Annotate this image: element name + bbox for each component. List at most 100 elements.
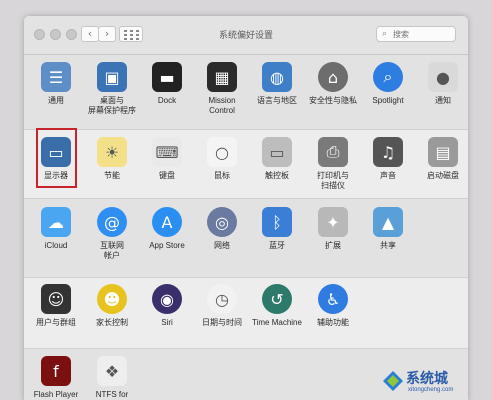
date-time-icon: ◷ [207,284,237,314]
search-icon: ⌕ [382,29,388,39]
pref-pane-mission[interactable]: ▦ Mission Control [192,62,252,116]
pref-pane-siri[interactable]: ◉ Siri [137,284,197,328]
pref-pane-label: Spotlight [372,96,404,105]
pref-pane-appstore[interactable]: A App Store [137,207,197,251]
ntfs-icon: ❖ [97,356,127,386]
keyboard-icon: ⌨ [152,137,182,167]
pref-pane-flash[interactable]: f Flash Player [26,356,86,400]
pref-pane-parental[interactable]: ☻ 家长控制 [82,284,142,328]
watermark-subtext: xitongcheng.com [408,387,454,393]
pref-pane-label: 打印机与 扫描仪 [317,171,349,190]
pref-pane-label: Time Machine [252,318,302,327]
pref-pane-language[interactable]: ◍ 语言与地区 [247,62,307,106]
pref-pane-label: 安全性与隐私 [309,96,357,105]
pref-pane-spotlight[interactable]: ⌕ Spotlight [358,62,418,106]
internet-accounts-icon: @ [97,207,127,237]
pref-pane-accessibility[interactable]: ♿ 辅助功能 [303,284,363,328]
pref-pane-startup[interactable]: ▤ 启动磁盘 [413,137,468,181]
sharing-icon: ▲ [373,207,403,237]
pref-pane-sharing[interactable]: ▲ 共享 [358,207,418,251]
pref-pane-bluetooth[interactable]: ᛒ 蓝牙 [247,207,307,251]
icloud-icon: ☁ [41,207,71,237]
pref-pane-label: 键盘 [159,171,175,180]
pref-pane-label: Mission Control [208,96,236,115]
general-icon: ☰ [41,62,71,92]
pref-pane-label: App Store [149,241,185,250]
pref-pane-trackpad[interactable]: ▭ 触控板 [247,137,307,181]
pref-pane-label: 用户与群组 [36,318,76,327]
notifications-icon: ● [428,62,458,92]
pref-pane-keyboard[interactable]: ⌨ 键盘 [137,137,197,181]
security-privacy-icon: ⌂ [318,62,348,92]
title-bar: ‹ › 系统偏好设置 ⌕ [24,16,468,55]
search-input[interactable] [393,28,451,40]
pref-pane-security[interactable]: ⌂ 安全性与隐私 [303,62,363,106]
pref-pane-datetime[interactable]: ◷ 日期与时间 [192,284,252,328]
pref-pane-energy[interactable]: ☀ 节能 [82,137,142,181]
pref-pane-label: 鼠标 [214,171,230,180]
pref-pane-label: 节能 [104,171,120,180]
pref-pane-displays[interactable]: ▭ 显示器 [26,137,86,181]
pref-pane-label: Dock [157,96,177,105]
pref-pane-label: 桌面与 屏幕保护程序 [88,96,136,115]
watermark: 系统城 xitongcheng.com [382,368,462,398]
pref-pane-users[interactable]: ☺ 用户与群组 [26,284,86,328]
pref-pane-internet[interactable]: @ 互联网 帐户 [82,207,142,261]
bluetooth-icon: ᛒ [262,207,292,237]
printer-scanner-icon: ⎙ [318,137,348,167]
mission-control-icon: ▦ [207,62,237,92]
desktop-screensaver-icon: ▣ [97,62,127,92]
pref-pane-notifications[interactable]: ● 通知 [413,62,468,106]
pref-pane-desktop[interactable]: ▣ 桌面与 屏幕保护程序 [82,62,142,116]
pref-pane-label: iCloud [44,241,68,250]
pref-pane-label: 共享 [380,241,396,250]
pref-pane-label: 日期与时间 [202,318,242,327]
energy-saver-icon: ☀ [97,137,127,167]
pref-pane-label: 蓝牙 [269,241,285,250]
system-preferences-window: ‹ › 系统偏好设置 ⌕ ☰ 通用 ▣ 桌面与 屏幕保护程序 ▬ Dock ▦ Mission… [24,16,468,400]
pref-pane-network[interactable]: ◎ 网络 [192,207,252,251]
pref-pane-timemachine[interactable]: ↺ Time Machine [247,284,307,328]
pref-pane-dock[interactable]: ▬ Dock [137,62,197,106]
mouse-icon: ○ [207,137,237,167]
watermark-logo-icon [383,371,403,391]
users-groups-icon: ☺ [41,284,71,314]
pref-pane-label: 家长控制 [96,318,128,327]
pref-pane-label: Flash Player [33,390,79,399]
pref-pane-label: 互联网 帐户 [100,241,124,260]
pref-pane-ntfs[interactable]: ❖ NTFS for Mac OS X [82,356,142,400]
search-field[interactable]: ⌕ [376,26,456,42]
pref-pane-printers[interactable]: ⎙ 打印机与 扫描仪 [303,137,363,191]
pref-pane-label: 显示器 [44,171,68,180]
parental-controls-icon: ☻ [97,284,127,314]
pref-pane-label: 触控板 [265,171,289,180]
dock-icon: ▬ [152,62,182,92]
sound-icon: ♫ [373,137,403,167]
watermark-text: 系统城 [406,371,448,387]
pref-pane-label: NTFS for Mac OS X [95,390,129,399]
pref-pane-mouse[interactable]: ○ 鼠标 [192,137,252,181]
trackpad-icon: ▭ [262,137,292,167]
flash-player-icon: f [41,356,71,386]
startup-disk-icon: ▤ [428,137,458,167]
pref-pane-label: 声音 [380,171,396,180]
network-icon: ◎ [207,207,237,237]
pref-pane-icloud[interactable]: ☁ iCloud [26,207,86,251]
pref-pane-sound[interactable]: ♫ 声音 [358,137,418,181]
pref-pane-label: 语言与地区 [257,96,297,105]
pref-pane-extensions[interactable]: ✦ 扩展 [303,207,363,251]
language-region-icon: ◍ [262,62,292,92]
accessibility-icon: ♿ [318,284,348,314]
pref-pane-label: 网络 [214,241,230,250]
pref-pane-general[interactable]: ☰ 通用 [26,62,86,106]
pref-pane-label: 通用 [48,96,64,105]
pref-pane-label: 辅助功能 [317,318,349,327]
siri-icon: ◉ [152,284,182,314]
pref-pane-label: Siri [161,318,173,327]
pref-pane-label: 扩展 [325,241,341,250]
extensions-icon: ✦ [318,207,348,237]
time-machine-icon: ↺ [262,284,292,314]
pref-pane-label: 启动磁盘 [427,171,459,180]
displays-icon: ▭ [41,137,71,167]
spotlight-icon: ⌕ [373,62,403,92]
